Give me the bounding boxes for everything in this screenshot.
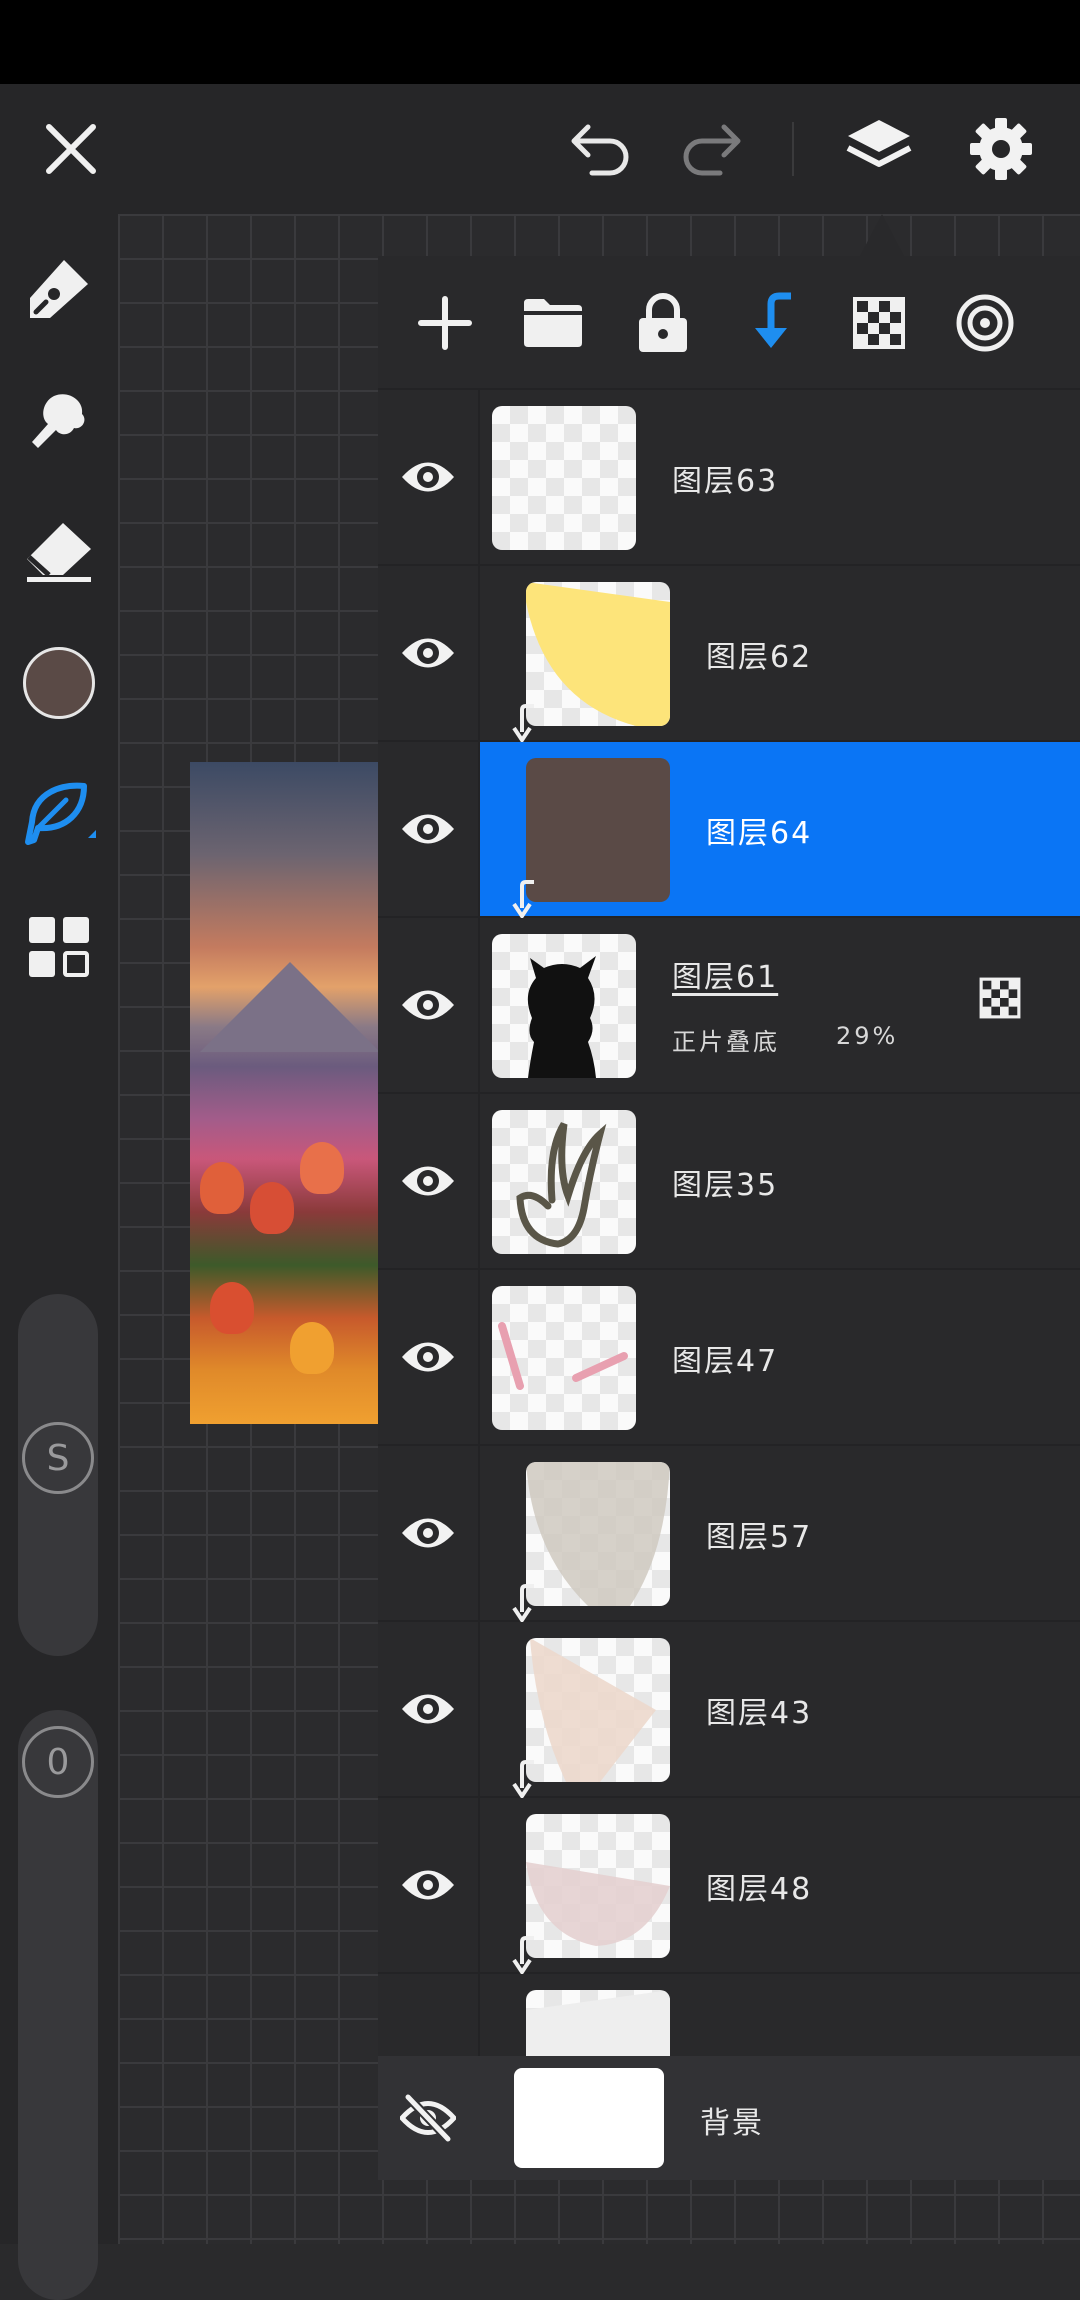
layer-row[interactable]: 图层48 <box>378 1798 1080 1974</box>
eye-icon[interactable] <box>378 1622 480 1796</box>
layer-thumbnail <box>526 1638 670 1782</box>
layer-thumbnail <box>526 758 670 902</box>
layer-thumbnail <box>492 1110 636 1254</box>
tulip-shape <box>210 1282 254 1334</box>
clip-indicator-icon <box>512 1584 534 1622</box>
layer-content[interactable]: 图层61 正片叠底 29% <box>480 918 1080 1092</box>
layer-content[interactable]: 图层43 <box>480 1622 1080 1798</box>
add-icon[interactable] <box>400 278 490 368</box>
layer-content[interactable]: 图层63 <box>480 390 1080 564</box>
background-thumbnail <box>514 2068 664 2168</box>
layer-name: 图层57 <box>706 1520 813 1555</box>
brush-opacity-slider[interactable]: 0 <box>18 1710 98 2300</box>
eye-hidden-icon[interactable] <box>378 2056 478 2180</box>
layer-row[interactable]: 图层62 <box>378 566 1080 742</box>
tulip-shape <box>250 1182 294 1234</box>
layer-row[interactable]: 图层63 <box>378 390 1080 566</box>
artwork-preview <box>190 762 380 1424</box>
brush-size-slider[interactable]: S <box>18 1294 98 1656</box>
clip-indicator-icon <box>512 1760 534 1798</box>
layer-thumbnail <box>492 1286 636 1430</box>
leaf-brush-icon[interactable] <box>12 768 106 862</box>
layers-panel: 图层63 图层62 图层64 图层61 正片叠底 29% 图层35 图层47 图… <box>378 256 1080 2176</box>
mountain-shape <box>200 962 380 1052</box>
pencil-icon[interactable] <box>12 242 106 336</box>
layer-content[interactable]: 图层57 <box>480 1446 1080 1622</box>
tool-sidebar: S 0 <box>0 214 118 2300</box>
clip-arrow-icon[interactable] <box>726 278 816 368</box>
close-icon[interactable] <box>16 84 126 214</box>
eye-icon[interactable] <box>378 1798 480 1972</box>
layer-content[interactable]: 图层35 <box>480 1094 1080 1268</box>
layer-name: 图层63 <box>672 464 779 499</box>
eye-icon[interactable] <box>378 566 480 740</box>
folder-icon[interactable] <box>508 278 598 368</box>
top-bar <box>0 84 1080 214</box>
eraser-icon[interactable] <box>12 504 106 598</box>
layer-name: 图层47 <box>672 1344 779 1379</box>
checker-icon[interactable] <box>834 278 924 368</box>
redo-icon[interactable] <box>656 84 766 214</box>
layer-name: 图层62 <box>706 640 813 675</box>
clip-indicator-icon <box>512 704 534 742</box>
size-knob[interactable]: S <box>22 1422 94 1494</box>
layer-name: 图层48 <box>706 1872 813 1907</box>
undo-icon[interactable] <box>546 84 656 214</box>
background-label: 背景 <box>700 2106 764 2141</box>
layer-thumbnail <box>492 934 636 1078</box>
target-icon[interactable] <box>940 278 1030 368</box>
layer-thumbnail <box>492 406 636 550</box>
layer-row[interactable]: 图层61 正片叠底 29% <box>378 918 1080 1094</box>
layer-name: 图层35 <box>672 1168 779 1203</box>
lock-icon[interactable] <box>618 278 708 368</box>
layer-content[interactable]: 图层62 <box>480 566 1080 742</box>
layer-content[interactable]: 图层48 <box>480 1798 1080 1974</box>
eye-icon[interactable] <box>378 742 480 916</box>
layer-row[interactable]: 图层43 <box>378 1622 1080 1798</box>
opacity-knob[interactable]: 0 <box>22 1726 94 1798</box>
layer-content[interactable]: 图层47 <box>480 1270 1080 1444</box>
smudge-icon[interactable] <box>12 374 106 468</box>
background-layer-row[interactable]: 背景 <box>378 2056 1080 2180</box>
layer-row[interactable]: 图层57 <box>378 1446 1080 1622</box>
layer-opacity: 29% <box>836 1022 899 1050</box>
layer-thumbnail <box>526 1814 670 1958</box>
layer-row[interactable]: 图层35 <box>378 1094 1080 1270</box>
tulip-shape <box>200 1162 244 1214</box>
layer-thumbnail <box>526 582 670 726</box>
layers-toolbar <box>378 256 1080 390</box>
panel-pointer <box>860 214 904 256</box>
blend-mode: 正片叠底 <box>672 1028 780 1056</box>
eye-icon[interactable] <box>378 1094 480 1268</box>
toolbar-divider <box>792 122 794 176</box>
layer-row-selected[interactable]: 图层64 <box>378 742 1080 918</box>
status-bar <box>0 0 1080 84</box>
clip-indicator-icon <box>512 1936 534 1974</box>
eye-icon[interactable] <box>378 1446 480 1620</box>
layer-name: 图层43 <box>706 1696 813 1731</box>
layer-row[interactable]: 图层47 <box>378 1270 1080 1446</box>
clip-indicator-icon <box>512 880 534 918</box>
eye-icon[interactable] <box>378 918 480 1092</box>
grid-icon[interactable] <box>12 900 106 994</box>
layer-name: 图层64 <box>706 816 813 851</box>
layer-content[interactable]: 图层64 <box>480 742 1080 918</box>
eye-icon[interactable] <box>378 390 480 564</box>
eye-icon[interactable] <box>378 1270 480 1444</box>
tulip-shape <box>300 1142 344 1194</box>
layers-icon[interactable] <box>824 84 934 214</box>
settings-icon[interactable] <box>946 84 1056 214</box>
layer-thumbnail <box>526 1462 670 1606</box>
layer-name: 图层61 <box>672 960 779 995</box>
color-swatch[interactable] <box>12 636 106 730</box>
alpha-lock-checker-icon[interactable] <box>978 976 1022 1024</box>
tulip-shape <box>290 1322 334 1374</box>
